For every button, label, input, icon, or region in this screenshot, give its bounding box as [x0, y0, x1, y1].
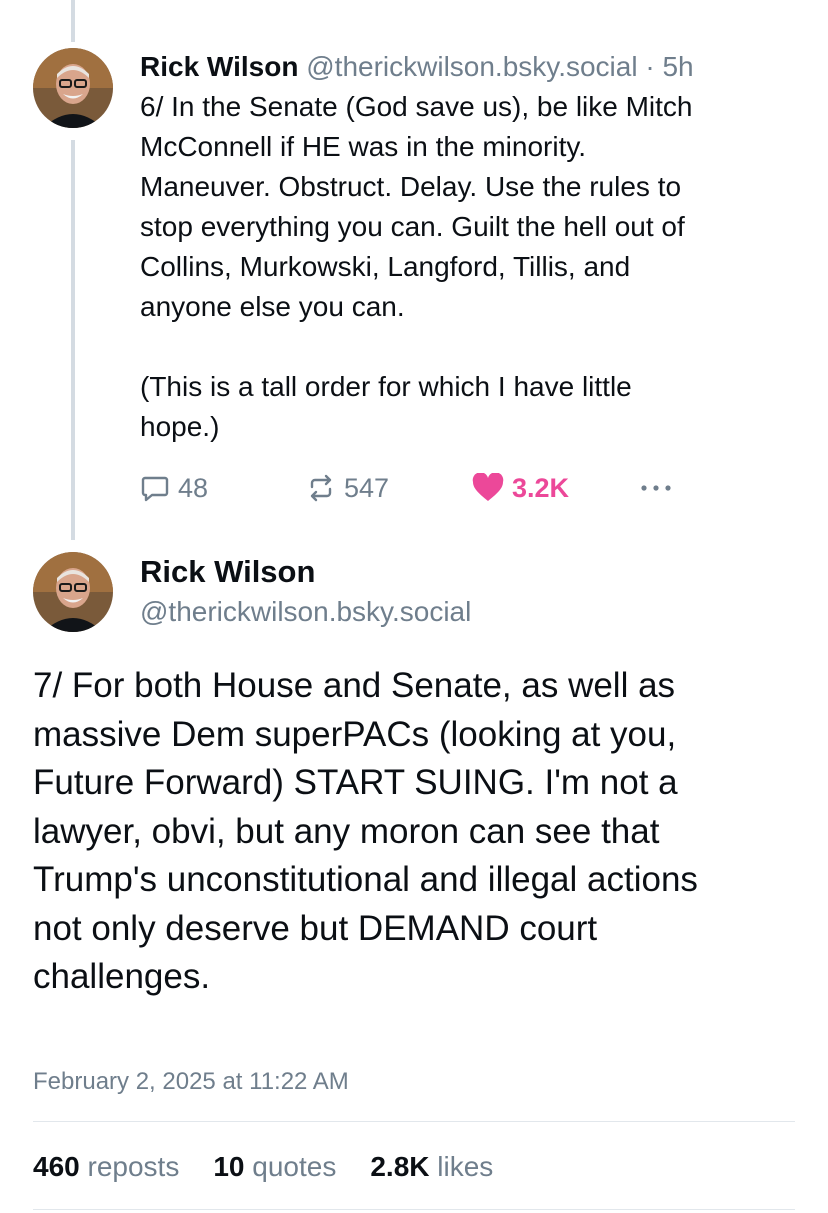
avatar-image	[33, 552, 113, 632]
post-header: Rick Wilson @therickwilson.bsky.social	[140, 552, 471, 632]
avatar[interactable]	[33, 552, 113, 632]
likes-count: 2.8K	[370, 1151, 430, 1182]
reply-bubble-icon	[141, 476, 169, 502]
repost-count: 547	[344, 472, 390, 503]
post-time: 5h	[662, 51, 694, 82]
thread-line	[71, 0, 75, 42]
reply-count: 48	[178, 472, 209, 503]
post-text: 7/ For both House and Senate, as well as…	[33, 666, 698, 996]
thread-line	[71, 140, 75, 540]
post-timestamp: February 2, 2025 at 11:22 AM	[33, 1068, 349, 1095]
more-options-button[interactable]	[636, 470, 676, 506]
quotes-label: quotes	[252, 1151, 337, 1182]
heart-icon	[472, 473, 504, 501]
more-dots-icon	[641, 485, 671, 491]
post-text: 6/ In the Senate (God save us), be like …	[140, 91, 693, 442]
author-handle[interactable]: @therickwilson.bsky.social	[140, 592, 471, 632]
like-count: 3.2K	[512, 472, 570, 503]
post-actions: 48 547 3.2K	[140, 470, 700, 506]
repost-icon	[310, 474, 332, 502]
repost-button[interactable]: 547	[306, 470, 389, 506]
separator-dot: ·	[645, 51, 655, 82]
divider	[33, 1121, 795, 1122]
divider	[33, 1209, 795, 1210]
author-name[interactable]: Rick Wilson	[140, 552, 471, 592]
like-button[interactable]: 3.2K	[472, 470, 569, 506]
likes-stat[interactable]: 2.8K likes	[370, 1147, 493, 1187]
likes-label: likes	[437, 1151, 494, 1182]
reposts-label: reposts	[87, 1151, 180, 1182]
post-header: Rick Wilson @therickwilson.bsky.social ·…	[140, 48, 800, 86]
avatar-image	[33, 48, 113, 128]
author-name[interactable]: Rick Wilson	[140, 51, 298, 82]
quotes-stat[interactable]: 10 quotes	[213, 1147, 336, 1187]
post-stats: 460 reposts 10 quotes 2.8K likes	[33, 1147, 527, 1187]
reposts-count: 460	[33, 1151, 80, 1182]
avatar[interactable]	[33, 48, 113, 128]
author-handle[interactable]: @therickwilson.bsky.social	[306, 51, 637, 82]
quotes-count: 10	[213, 1151, 245, 1182]
reply-button[interactable]: 48	[140, 470, 208, 506]
reposts-stat[interactable]: 460 reposts	[33, 1147, 179, 1187]
thread-post-6[interactable]: Rick Wilson @therickwilson.bsky.social ·…	[140, 48, 800, 447]
